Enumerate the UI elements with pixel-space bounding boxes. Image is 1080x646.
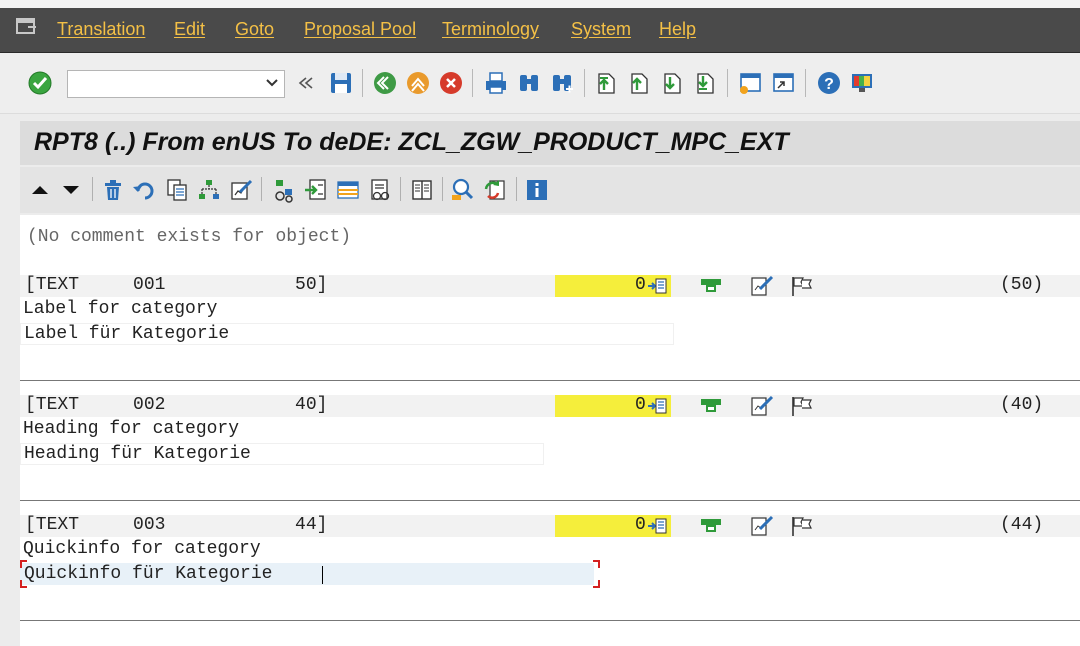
flag-icon[interactable] [790,275,814,297]
proposal-count: 0 [635,275,646,295]
entry-header: [TEXT 003 44] 0 (44) [20,515,1080,537]
refresh-proposal-icon[interactable] [482,177,508,203]
toolbar-separator [442,177,443,201]
entry-key-label: [TEXT 001 50] [25,275,328,295]
text-editor-area: (No comment exists for object) [TEXT 001… [20,215,1080,646]
proposal-count: 0 [635,515,646,535]
previous-page-icon[interactable] [626,70,652,96]
max-length: (50) [1000,275,1044,295]
proposal-status-cell[interactable]: 0 [555,515,671,537]
find-next-icon[interactable] [549,70,575,96]
title-bar: RPT8 (..) From enUS To deDE: ZCL_ZGW_PRO… [20,121,1080,165]
info-icon[interactable] [524,177,550,203]
target-text-field[interactable]: Label für Kategorie [20,323,674,345]
menu-terminology[interactable]: Terminology [442,19,539,40]
menu-system[interactable]: System [571,19,631,40]
entry-header: [TEXT 002 40] 0 (40) [20,395,1080,417]
source-text: Label for category [23,299,218,319]
collapse-left-icon[interactable] [296,70,316,96]
menu-translation[interactable]: Translation [57,19,145,40]
proposal-status-cell[interactable]: 0 [555,275,671,297]
save-icon[interactable] [328,70,354,96]
exit-icon[interactable] [405,70,431,96]
table-view-icon[interactable] [335,177,361,203]
menu-edit[interactable]: Edit [174,19,205,40]
toolbar-separator [472,69,473,97]
first-page-icon[interactable] [593,70,619,96]
command-field[interactable] [67,70,285,98]
source-text: Quickinfo for category [23,539,261,559]
edit-entry-icon[interactable] [750,515,774,537]
svg-text:?: ? [824,76,834,93]
target-text-field[interactable]: Heading für Kategorie [20,443,544,465]
entry-divider [20,620,1080,621]
entry-key-label: [TEXT 003 44] [25,515,328,535]
entry-divider [20,500,1080,501]
print-icon[interactable] [483,70,509,96]
edit-document-icon[interactable] [228,177,254,203]
flag-icon[interactable] [790,395,814,417]
target-text-value: Heading für Kategorie [24,444,251,464]
shortcut-icon[interactable] [770,70,796,96]
entry-key-label: [TEXT 002 40] [25,395,328,415]
enter-icon[interactable] [27,70,53,96]
status-ok-icon[interactable] [700,395,722,417]
back-icon[interactable] [372,70,398,96]
distribute-icon[interactable] [196,177,222,203]
proposal-count: 0 [635,395,646,415]
max-length: (40) [1000,395,1044,415]
cancel-icon[interactable] [438,70,464,96]
object-comment: (No comment exists for object) [27,227,352,247]
create-session-icon[interactable] [737,70,763,96]
menu-goto[interactable]: Goto [235,19,274,40]
delete-icon[interactable] [100,177,126,203]
entry-divider [20,380,1080,381]
book-icon[interactable] [409,177,435,203]
source-text: Heading for category [23,419,240,439]
page-title: RPT8 (..) From enUS To deDE: ZCL_ZGW_PRO… [34,128,789,156]
toolbar-separator [584,69,585,97]
undo-icon[interactable] [131,177,157,203]
copy-icon[interactable] [164,177,190,203]
standard-toolbar: ? [0,53,1080,114]
help-icon[interactable]: ? [816,70,842,96]
flag-icon[interactable] [790,515,814,537]
focus-brackets [20,560,600,588]
last-page-icon[interactable] [692,70,718,96]
proposal-list-icon[interactable] [648,517,668,535]
find-icon[interactable] [516,70,542,96]
proposal-list-icon[interactable] [648,397,668,415]
window-top-strip [0,0,1080,8]
entry-header: [TEXT 001 50] 0 (50) [20,275,1080,297]
status-ok-icon[interactable] [700,275,722,297]
toolbar-separator [92,177,93,201]
next-page-icon[interactable] [659,70,685,96]
proposal-status-cell[interactable]: 0 [555,395,671,417]
edit-entry-icon[interactable] [750,275,774,297]
menu-help[interactable]: Help [659,19,696,40]
toolbar-separator [727,69,728,97]
toolbar-separator [261,177,262,201]
chevron-down-icon[interactable] [266,79,278,87]
edit-entry-icon[interactable] [750,395,774,417]
menu-proposal-pool[interactable]: Proposal Pool [304,19,416,40]
proposal-list-icon[interactable] [648,277,668,295]
application-toolbar [20,167,1080,213]
move-down-icon[interactable] [58,177,84,203]
where-used-icon[interactable] [271,177,297,203]
status-ok-icon[interactable] [700,515,722,537]
menu-bar: Translation Edit Goto Proposal Pool Term… [0,0,1080,53]
toolbar-separator [516,177,517,201]
toolbar-separator [400,177,401,201]
max-length: (44) [1000,515,1044,535]
search-proposal-icon[interactable] [450,177,476,203]
toolbar-separator [805,69,806,97]
toolbar-separator [362,69,363,97]
customize-layout-icon[interactable] [849,70,875,96]
system-menu-icon[interactable] [14,16,40,38]
target-text-value: Label für Kategorie [24,324,230,344]
move-up-icon[interactable] [27,177,53,203]
import-proposal-icon[interactable] [303,177,329,203]
statistics-icon[interactable] [367,177,393,203]
